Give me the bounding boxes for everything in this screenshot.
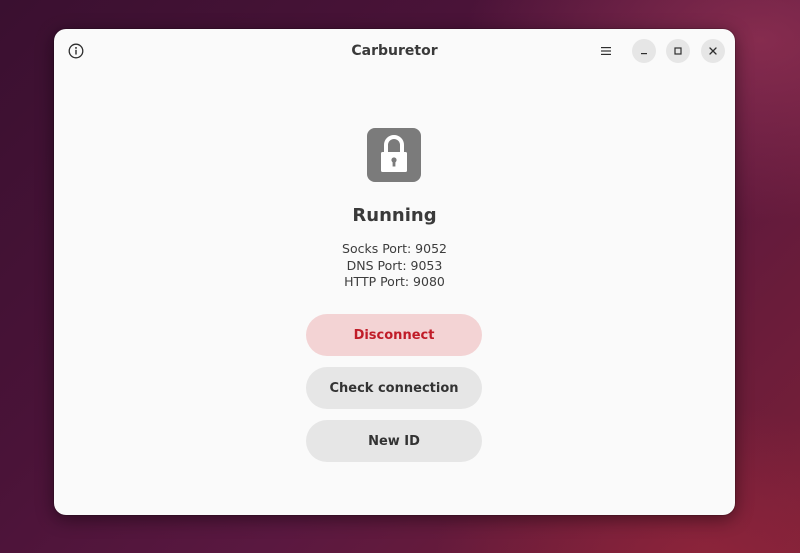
close-icon	[709, 47, 717, 55]
hamburger-menu-icon	[601, 47, 611, 55]
maximize-button[interactable]	[666, 39, 690, 63]
disconnect-button[interactable]: Disconnect	[306, 314, 482, 356]
port-info: Socks Port: 9052 DNS Port: 9053 HTTP Por…	[54, 241, 735, 291]
main-menu-button[interactable]	[594, 39, 618, 63]
new-id-button[interactable]: New ID	[306, 420, 482, 462]
close-button[interactable]	[701, 39, 725, 63]
http-port-label: HTTP Port: 9080	[344, 274, 445, 289]
info-icon	[68, 43, 84, 59]
check-connection-button[interactable]: Check connection	[306, 367, 482, 409]
app-window: Carburetor Running Socks Port: 9052 DNS …	[54, 29, 735, 515]
minimize-button[interactable]	[632, 39, 656, 63]
socks-port-label: Socks Port: 9052	[342, 241, 447, 256]
maximize-icon	[674, 47, 682, 55]
lock-icon	[367, 128, 421, 182]
minimize-icon	[641, 53, 647, 55]
about-button[interactable]	[64, 39, 88, 63]
connection-status: Running	[352, 205, 437, 226]
dns-port-label: DNS Port: 9053	[346, 257, 443, 273]
header-bar: Carburetor	[54, 29, 735, 73]
